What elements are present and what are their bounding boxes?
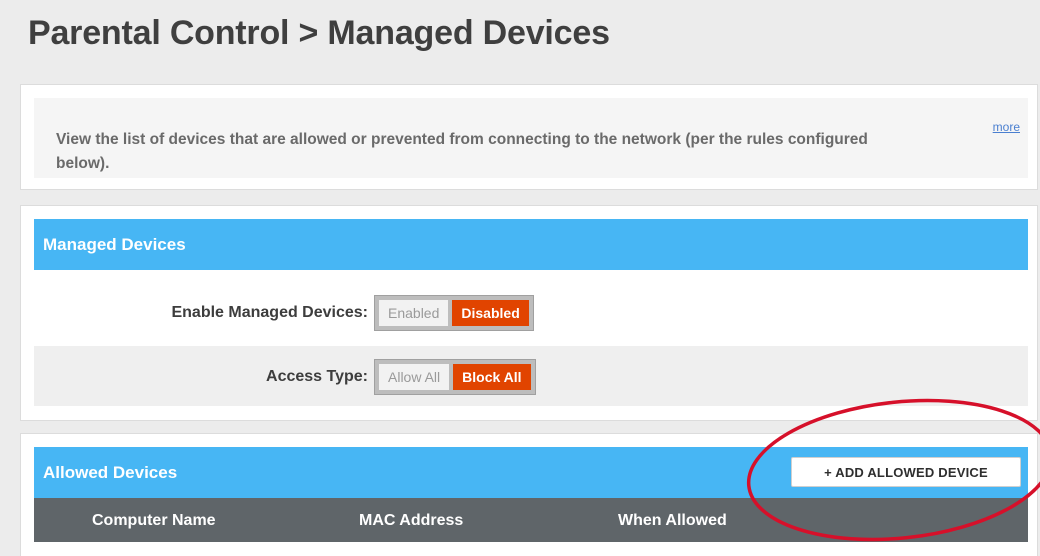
enabled-option[interactable]: Enabled (379, 300, 449, 326)
column-header-when-allowed[interactable]: When Allowed (618, 512, 727, 530)
allowed-devices-table-header: Computer Name MAC Address When Allowed (34, 498, 1028, 542)
info-box: View the list of devices that are allowe… (34, 98, 1028, 178)
managed-devices-panel: Managed Devices Enable Managed Devices: … (20, 205, 1038, 421)
info-panel: View the list of devices that are allowe… (20, 84, 1038, 190)
access-type-label: Access Type: (266, 368, 368, 385)
column-header-computer-name[interactable]: Computer Name (92, 512, 216, 530)
disabled-option[interactable]: Disabled (452, 300, 529, 326)
page-title: Parental Control > Managed Devices (28, 14, 610, 52)
info-text: View the list of devices that are allowe… (56, 131, 868, 172)
allow-all-option[interactable]: Allow All (379, 364, 450, 390)
allowed-devices-header: Allowed Devices + ADD ALLOWED DEVICE (34, 447, 1028, 498)
enable-managed-devices-toggle: Enabled Disabled (374, 295, 534, 331)
allowed-devices-title: Allowed Devices (43, 463, 178, 482)
access-type-toggle: Allow All Block All (374, 359, 536, 395)
managed-devices-title: Managed Devices (43, 235, 186, 254)
enable-managed-devices-label: Enable Managed Devices: (171, 304, 368, 321)
add-allowed-device-button[interactable]: + ADD ALLOWED DEVICE (791, 457, 1021, 487)
managed-devices-header: Managed Devices (34, 219, 1028, 270)
allowed-devices-panel: Allowed Devices + ADD ALLOWED DEVICE Com… (20, 433, 1038, 556)
block-all-option[interactable]: Block All (453, 364, 531, 390)
enable-managed-devices-row: Enable Managed Devices: Enabled Disabled (34, 282, 1028, 342)
column-header-mac-address[interactable]: MAC Address (359, 512, 463, 530)
access-type-row: Access Type: Allow All Block All (34, 346, 1028, 406)
more-link[interactable]: more (993, 120, 1020, 134)
